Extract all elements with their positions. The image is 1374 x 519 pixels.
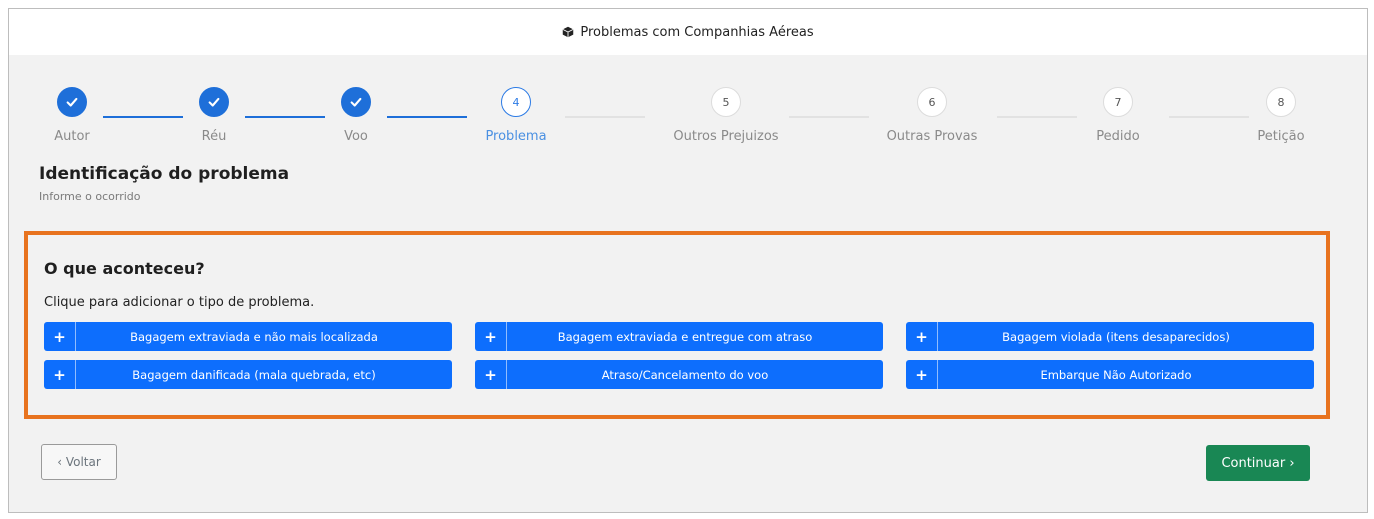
step-autor[interactable]: Autor [17, 87, 127, 144]
step-label: Outras Provas [886, 129, 978, 144]
step-problema[interactable]: 4 Problema [461, 87, 571, 144]
page-title: Identificação do problema [39, 164, 290, 184]
problem-type-panel: O que aconteceu? Clique para adicionar o… [24, 231, 1330, 419]
step-pedido[interactable]: 7 Pedido [1063, 87, 1173, 144]
step-circle [341, 87, 371, 117]
step-outros-prejuizos[interactable]: 5 Outros Prejuizos [671, 87, 781, 144]
step-label: Pedido [1096, 129, 1140, 144]
check-icon [208, 97, 220, 107]
step-circle: 8 [1266, 87, 1296, 117]
step-connector [789, 116, 869, 118]
step-label: Réu [201, 129, 227, 144]
step-label: Voo [344, 129, 368, 144]
add-flight-delay-button[interactable]: + Atraso/Cancelamento do voo [475, 360, 883, 389]
window-title: Problemas com Companhias Aéreas [580, 24, 814, 40]
step-outras-provas[interactable]: 6 Outras Provas [877, 87, 987, 144]
step-circle [199, 87, 229, 117]
step-circle: 4 [501, 87, 531, 117]
plus-icon: + [906, 322, 938, 351]
box-icon [562, 26, 574, 38]
add-violated-baggage-button[interactable]: + Bagagem violada (itens desaparecidos) [906, 322, 1314, 351]
back-button[interactable]: ‹ Voltar [41, 444, 117, 480]
check-icon [350, 97, 362, 107]
add-damaged-baggage-button[interactable]: + Bagagem danificada (mala quebrada, etc… [44, 360, 452, 389]
panel-title: O que aconteceu? [44, 259, 205, 278]
title-bar: Problemas com Companhias Aéreas [9, 9, 1367, 55]
button-label: Embarque Não Autorizado [1040, 367, 1192, 382]
button-label: Bagagem extraviada e entregue com atraso [557, 329, 813, 344]
panel-instruction: Clique para adicionar o tipo de problema… [44, 295, 315, 310]
step-label: Petição [1257, 129, 1305, 144]
plus-icon: + [906, 360, 938, 389]
step-voo[interactable]: Voo [301, 87, 411, 144]
button-label: Atraso/Cancelamento do voo [601, 367, 769, 382]
app-window: Problemas com Companhias Aéreas Autor Ré… [8, 8, 1368, 513]
step-label: Problema [485, 129, 547, 144]
step-circle: 6 [917, 87, 947, 117]
wizard-stepper: Autor Réu Voo 4 Problema 5 Outros Prejui… [39, 87, 1329, 157]
button-label: Bagagem violada (itens desaparecidos) [1002, 329, 1230, 344]
step-label: Autor [54, 129, 90, 144]
check-icon [66, 97, 78, 107]
plus-icon: + [44, 360, 76, 389]
button-label: Bagagem extraviada e não mais localizada [130, 329, 378, 344]
step-connector [565, 116, 645, 118]
continue-button[interactable]: Continuar › [1206, 445, 1310, 481]
plus-icon: + [44, 322, 76, 351]
step-circle: 5 [711, 87, 741, 117]
page-subtitle: Informe o ocorrido [39, 190, 141, 203]
step-peticao[interactable]: 8 Petição [1226, 87, 1336, 144]
step-label: Outros Prejuizos [673, 129, 779, 144]
step-circle: 7 [1103, 87, 1133, 117]
plus-icon: + [475, 360, 507, 389]
step-circle [57, 87, 87, 117]
add-denied-boarding-button[interactable]: + Embarque Não Autorizado [906, 360, 1314, 389]
plus-icon: + [475, 322, 507, 351]
step-reu[interactable]: Réu [159, 87, 269, 144]
button-label: Bagagem danificada (mala quebrada, etc) [132, 367, 376, 382]
add-lost-baggage-button[interactable]: + Bagagem extraviada e não mais localiza… [44, 322, 452, 351]
add-delayed-baggage-button[interactable]: + Bagagem extraviada e entregue com atra… [475, 322, 883, 351]
